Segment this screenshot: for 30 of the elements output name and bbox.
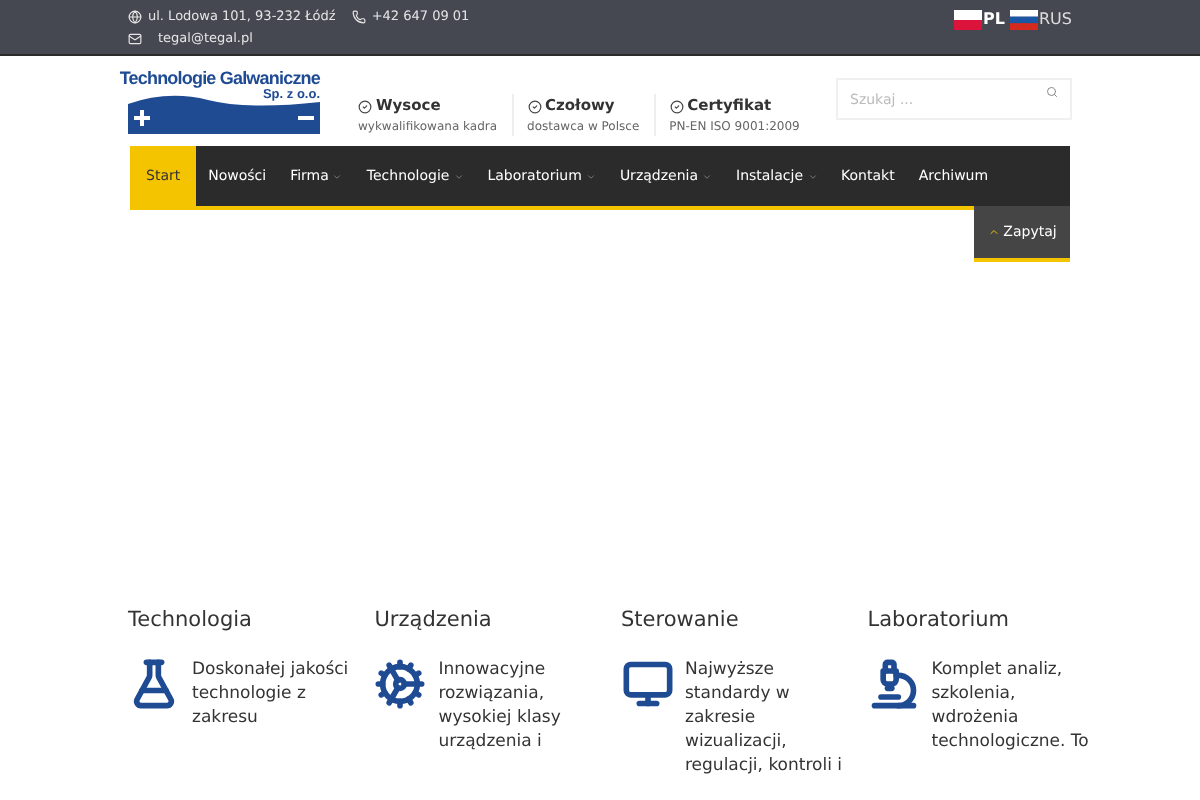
section-title: Laboratorium	[867, 606, 1012, 634]
check-circle-icon	[669, 99, 684, 113]
flag-icon	[953, 10, 982, 30]
language-link[interactable]: RUS	[1009, 8, 1072, 32]
caret-icon	[585, 171, 596, 181]
section-title: Urządzenia	[374, 606, 494, 634]
monitor-icon	[621, 658, 673, 710]
section-text: Innowacyjne rozwiązania, wysokiej klasy urządzenia i	[438, 658, 563, 754]
check-circle-icon	[358, 99, 372, 113]
caret-icon	[453, 171, 464, 181]
flag-icon	[1009, 10, 1037, 30]
section-title: Sterowanie	[621, 606, 741, 634]
mail-icon	[128, 32, 142, 46]
caret-icon	[332, 171, 343, 181]
logo-text: Technologie Galwaniczne	[119, 69, 320, 87]
section-text: Najwyższe standardy w zakresie wizualizacji, regulacji, kontroli i	[685, 658, 845, 778]
check-circle-icon	[527, 99, 542, 113]
flask-icon	[128, 658, 180, 710]
search-icon[interactable]	[1046, 85, 1058, 98]
section-title: Technologia	[128, 606, 254, 634]
gear-icon	[374, 658, 427, 710]
microscope-icon	[867, 658, 920, 710]
chevron-up-icon	[987, 226, 1000, 238]
caret-icon	[807, 171, 818, 181]
globe-icon	[128, 10, 142, 24]
caret-icon	[702, 171, 712, 181]
language-link[interactable]: PL	[953, 8, 1005, 32]
phone-icon	[351, 10, 366, 24]
section-text: Komplet analiz, szkolenia, wdrożenia technologiczne. To	[931, 658, 1091, 754]
section-text: Doskonałej jakości technologie z zakresu	[192, 658, 351, 730]
